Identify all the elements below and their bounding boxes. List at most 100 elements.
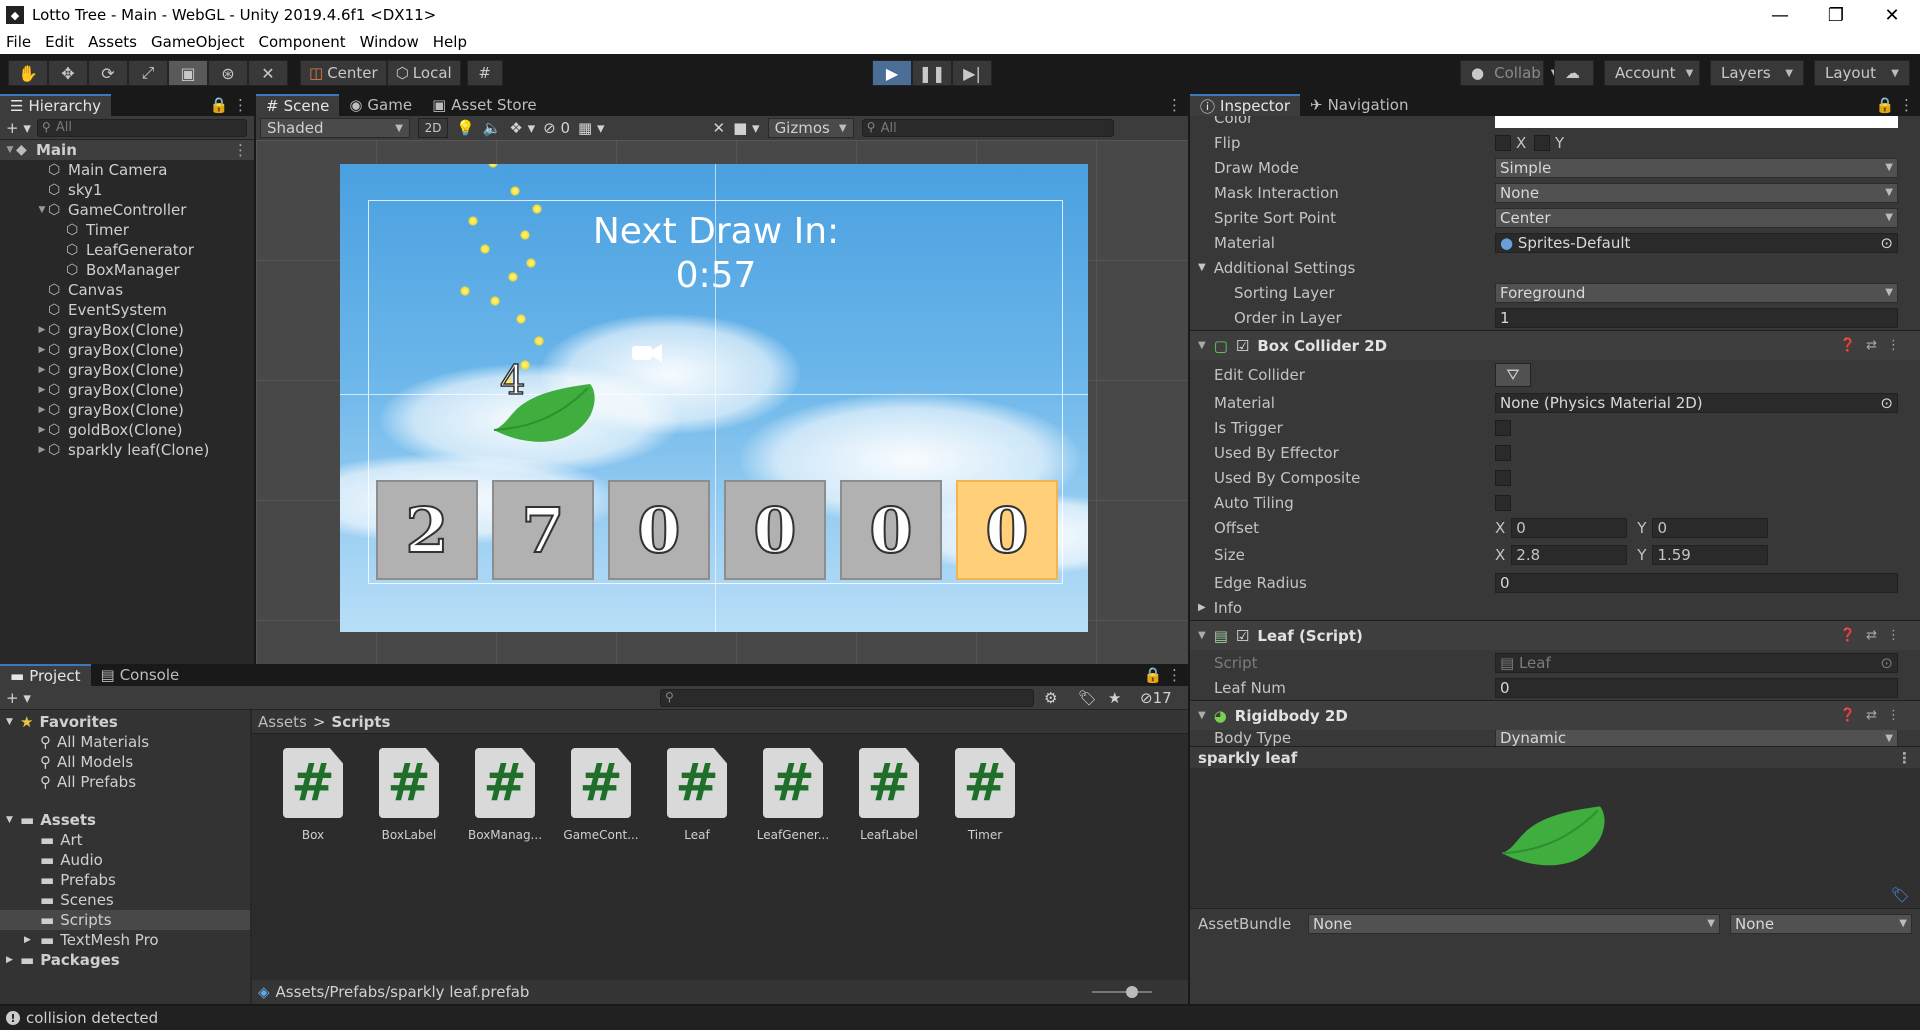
tab-scene[interactable]: # Scene bbox=[256, 94, 340, 116]
offset-y-input[interactable]: 0 bbox=[1652, 517, 1769, 538]
expand-arrow-icon[interactable]: ▶ bbox=[36, 385, 48, 395]
scene-menu-icon[interactable]: ⋮ bbox=[1167, 96, 1182, 114]
label-tag-icon[interactable]: 🏷 bbox=[1891, 886, 1910, 904]
mask-interaction-dropdown[interactable]: None ▼ bbox=[1495, 182, 1898, 203]
leaf-script-header[interactable]: ▼ ▤ ☑ Leaf (Script) ❓⇄⋮ bbox=[1190, 620, 1920, 650]
custom-tool-icon[interactable]: ✕ bbox=[248, 60, 288, 86]
slider-handle[interactable] bbox=[1126, 986, 1138, 998]
object-picker-icon[interactable]: ⊙ bbox=[1880, 394, 1893, 412]
audio-icon[interactable]: 🔈 bbox=[483, 119, 502, 137]
tab-console[interactable]: ▤ Console bbox=[91, 664, 190, 686]
project-search-input[interactable] bbox=[660, 688, 1034, 707]
fav-all-models[interactable]: ⚲ All Models bbox=[0, 752, 250, 772]
hidden-objects-icon[interactable]: ⊘ 0 bbox=[543, 119, 570, 137]
lotto-box[interactable]: 2 bbox=[376, 480, 478, 580]
preview-header[interactable]: sparkly leaf ⋮ bbox=[1190, 746, 1920, 768]
hierarchy-item[interactable]: ▼ ⬡ GameController bbox=[0, 200, 254, 220]
expand-arrow-icon[interactable]: ▶ bbox=[36, 425, 48, 435]
icon-size-slider[interactable] bbox=[1092, 991, 1152, 993]
size-x-input[interactable]: 2.8 bbox=[1511, 545, 1628, 565]
component-menu-icons[interactable]: ❓⇄⋮ bbox=[1840, 628, 1910, 643]
expand-arrow-icon[interactable]: ▶ bbox=[36, 445, 48, 455]
tools-icon[interactable]: ✕ bbox=[713, 119, 726, 137]
play-button[interactable]: ▶ bbox=[872, 60, 912, 86]
assets-folder[interactable]: ▼ ▬ Assets bbox=[0, 810, 250, 830]
script-file[interactable]: # BoxManag... bbox=[466, 748, 544, 842]
auto-tiling-checkbox[interactable] bbox=[1495, 494, 1511, 511]
hierarchy-item[interactable]: ▶ ⬡ goldBox(Clone) bbox=[0, 420, 254, 440]
sprite-sort-point-dropdown[interactable]: Center ▼ bbox=[1495, 207, 1898, 228]
create-asset-button[interactable]: + ▾ bbox=[6, 689, 31, 707]
folder-textmesh-pro[interactable]: ▶ ▬ TextMesh Pro bbox=[0, 930, 250, 950]
lotto-box[interactable]: 0 bbox=[840, 480, 942, 580]
additional-settings-foldout[interactable]: ▼ Additional Settings bbox=[1190, 255, 1920, 280]
used-by-effector-checkbox[interactable] bbox=[1495, 444, 1511, 461]
script-file[interactable]: # Leaf bbox=[658, 748, 736, 842]
menu-edit[interactable]: Edit bbox=[45, 33, 74, 51]
hierarchy-item[interactable]: ⬡ BoxManager bbox=[0, 260, 254, 280]
menu-help[interactable]: Help bbox=[433, 33, 467, 51]
script-file[interactable]: # BoxLabel bbox=[370, 748, 448, 842]
rigidbody-header[interactable]: ▼ ◕ Rigidbody 2D ❓⇄⋮ bbox=[1190, 700, 1920, 730]
expand-arrow-icon[interactable]: ▼ bbox=[4, 145, 16, 155]
object-picker-icon[interactable]: ⊙ bbox=[1880, 234, 1893, 252]
status-bar[interactable]: ! collision detected bbox=[0, 1006, 1920, 1030]
foldout-arrow-icon[interactable]: ▼ bbox=[1198, 340, 1206, 351]
hierarchy-item[interactable]: ▶ ⬡ sparkly leaf(Clone) bbox=[0, 440, 254, 460]
pivot-local-button[interactable]: ⬡ Local bbox=[386, 60, 461, 86]
hierarchy-item[interactable]: ⬡ Canvas bbox=[0, 280, 254, 300]
assetbundle-dropdown[interactable]: None ▼ bbox=[1308, 913, 1720, 934]
component-menu-icons[interactable]: ❓⇄⋮ bbox=[1840, 708, 1910, 723]
scale-tool-icon[interactable]: ⤢ bbox=[128, 60, 168, 86]
maximize-button[interactable]: ❐ bbox=[1808, 0, 1864, 30]
enabled-checkbox[interactable]: ☑ bbox=[1236, 337, 1249, 355]
gold-lotto-box[interactable]: 0 bbox=[956, 480, 1058, 580]
tab-hierarchy[interactable]: ☰ Hierarchy bbox=[0, 94, 111, 116]
menu-assets[interactable]: Assets bbox=[88, 33, 137, 51]
shading-mode-dropdown[interactable]: Shaded ▼ bbox=[260, 118, 410, 138]
breadcrumb-scripts[interactable]: Scripts bbox=[331, 713, 390, 731]
gizmos-dropdown[interactable]: Gizmos ▼ bbox=[767, 118, 854, 138]
hierarchy-item[interactable]: ⬡ EventSystem bbox=[0, 300, 254, 320]
component-menu-icons[interactable]: ❓⇄⋮ bbox=[1840, 338, 1910, 353]
panel-menu-icon[interactable]: 🔒 ⋮ bbox=[1144, 666, 1182, 684]
hand-tool-icon[interactable]: ✋ bbox=[8, 60, 48, 86]
folder-scripts[interactable]: ▬ Scripts bbox=[0, 910, 250, 930]
script-file[interactable]: # LeafLabel bbox=[850, 748, 928, 842]
flip-x-checkbox[interactable] bbox=[1495, 134, 1511, 151]
breadcrumb-assets[interactable]: Assets bbox=[258, 713, 307, 731]
box-collider-header[interactable]: ▼ ▢ ☑ Box Collider 2D ❓⇄⋮ bbox=[1190, 330, 1920, 360]
pause-button[interactable]: ❚❚ bbox=[912, 60, 952, 86]
collab-button[interactable]: ●Collab▼ bbox=[1460, 60, 1559, 86]
transform-tool-icon[interactable]: ⊛ bbox=[208, 60, 248, 86]
collider-material-field[interactable]: None (Physics Material 2D) ⊙ bbox=[1495, 392, 1898, 413]
panel-menu-icon[interactable]: 🔒 ⋮ bbox=[210, 96, 248, 114]
move-tool-icon[interactable]: ✥ bbox=[48, 60, 88, 86]
favorites-folder[interactable]: ▼ ★ Favorites bbox=[0, 712, 250, 732]
tab-game[interactable]: ◉ Game bbox=[339, 94, 422, 116]
hierarchy-item[interactable]: ▶ ⬡ grayBox(Clone) bbox=[0, 320, 254, 340]
edit-collider-button[interactable]: ⛛ bbox=[1495, 363, 1531, 387]
script-file[interactable]: # LeafGener... bbox=[754, 748, 832, 842]
hierarchy-search-input[interactable]: All bbox=[36, 118, 247, 137]
tab-project[interactable]: ▬ Project bbox=[0, 664, 91, 686]
fav-all-prefabs[interactable]: ⚲ All Prefabs bbox=[0, 772, 250, 792]
scene-root-main[interactable]: ▼ ◆ Main ⋮ bbox=[0, 140, 254, 160]
leaf-num-input[interactable]: 0 bbox=[1495, 677, 1898, 698]
fav-all-materials[interactable]: ⚲ All Materials bbox=[0, 732, 250, 752]
info-foldout[interactable]: ▶ Info bbox=[1190, 595, 1920, 620]
add-object-button[interactable]: + ▾ bbox=[6, 119, 31, 137]
scene-menu-icon[interactable]: ⋮ bbox=[233, 141, 248, 159]
edge-radius-input[interactable]: 0 bbox=[1495, 572, 1898, 593]
script-file[interactable]: # GameCont... bbox=[562, 748, 640, 842]
hidden-packages-icon[interactable]: ⊘17 bbox=[1140, 689, 1172, 707]
cloud-icon[interactable]: ☁ bbox=[1554, 60, 1594, 86]
hierarchy-item[interactable]: ⬡ Timer bbox=[0, 220, 254, 240]
scene-viewport[interactable]: Next Draw In: 0:57 4 2 7 0 0 0 0 bbox=[256, 140, 1188, 664]
rotate-tool-icon[interactable]: ⟳ bbox=[88, 60, 128, 86]
hierarchy-item[interactable]: ▶ ⬡ grayBox(Clone) bbox=[0, 360, 254, 380]
minimize-button[interactable]: — bbox=[1752, 0, 1808, 30]
lotto-box[interactable]: 7 bbox=[492, 480, 594, 580]
hierarchy-item[interactable]: ⬡ LeafGenerator bbox=[0, 240, 254, 260]
menu-component[interactable]: Component bbox=[259, 33, 346, 51]
